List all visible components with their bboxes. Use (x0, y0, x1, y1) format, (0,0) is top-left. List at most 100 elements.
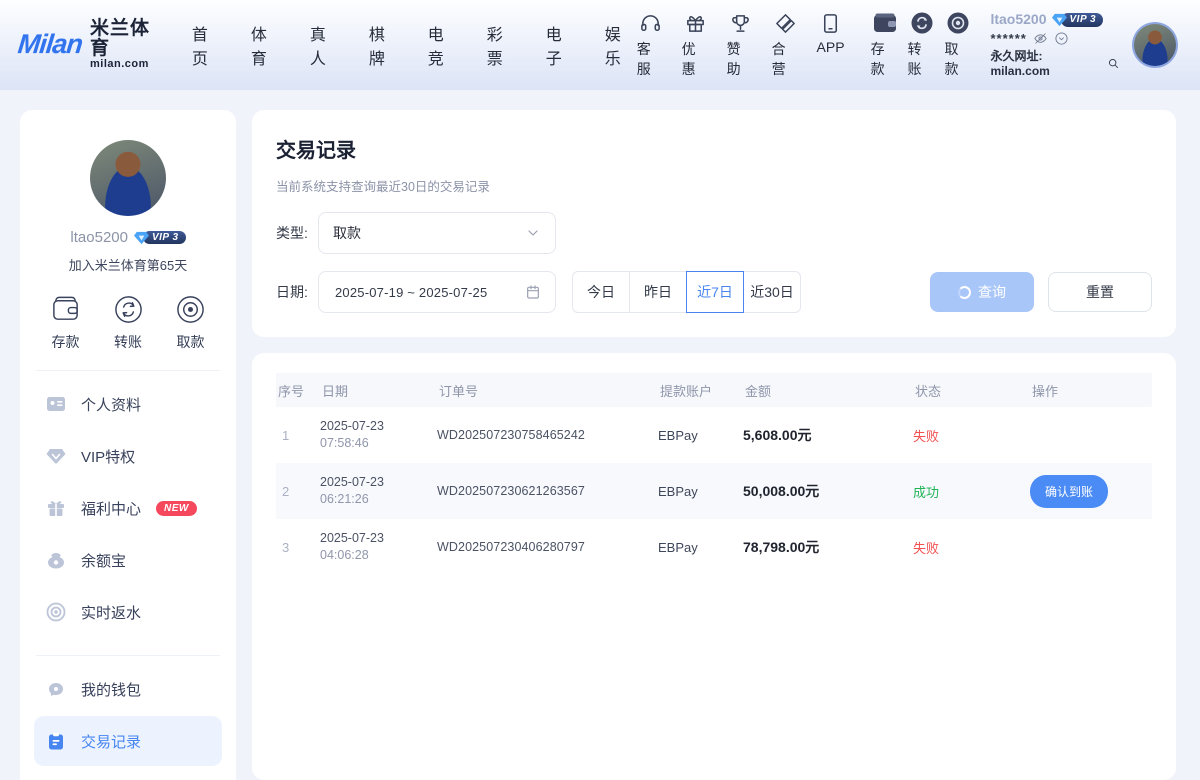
profile-sidebar: ltao5200 VIP 3 加入米兰体育第65天 存款 转账 取款 (20, 110, 236, 780)
row-amount: 50,008.00元 (743, 481, 913, 501)
nav-live[interactable]: 真人 (310, 21, 342, 69)
sidebar-item-label: 交易记录 (81, 731, 141, 752)
withdraw-link[interactable]: 取款 (945, 11, 973, 79)
sidebar-item-welfare[interactable]: 福利中心 NEW (34, 483, 222, 533)
col-header-status: 状态 (913, 381, 1030, 400)
row-date: 2025-07-23 (320, 476, 437, 490)
row-withdraw-account: EBPay (658, 428, 743, 443)
nav-sports[interactable]: 体育 (251, 21, 283, 69)
range-today-button[interactable]: 今日 (572, 271, 630, 313)
nav-entertainment[interactable]: 娱乐 (605, 21, 637, 69)
type-select[interactable]: 取款 (318, 212, 556, 254)
row-amount: 78,798.00元 (743, 537, 913, 557)
nav-slots[interactable]: 电子 (546, 21, 578, 69)
row-status: 失败 (913, 538, 1030, 557)
wallet-link-label: 取款 (945, 39, 973, 79)
filter-panel: 交易记录 当前系统支持查询最近30日的交易记录 类型: 取款 日期: 2025-… (252, 110, 1176, 337)
logo-domain-text: milan.com (90, 59, 170, 71)
eye-off-icon[interactable] (1033, 31, 1048, 46)
sidebar-item-yuebao[interactable]: 余额宝 (34, 535, 222, 585)
sidebar-item-label: 福利中心 (81, 498, 141, 519)
partner-link[interactable]: 合营 (772, 12, 800, 79)
reset-button[interactable]: 重置 (1048, 272, 1152, 312)
page-subtitle: 当前系统支持查询最近30日的交易记录 (276, 176, 1152, 195)
dropdown-circle-icon[interactable] (1054, 31, 1069, 46)
sidebar-item-label: VIP特权 (81, 446, 135, 467)
row-index: 1 (276, 428, 320, 443)
nav-home[interactable]: 首页 (192, 21, 224, 69)
nav-cards[interactable]: 棋牌 (369, 21, 401, 69)
phone-icon (819, 12, 842, 35)
sponsor-link[interactable]: 赞助 (727, 12, 755, 79)
rebate-coin-icon (46, 602, 66, 622)
type-label: 类型: (276, 223, 318, 243)
permanent-url-text: 永久网址: milan.com (990, 49, 1105, 79)
user-avatar[interactable] (1132, 22, 1178, 68)
range-30days-button[interactable]: 近30日 (743, 271, 801, 313)
col-header-date: 日期 (320, 381, 437, 400)
deposit-link[interactable]: 存款 (871, 11, 899, 79)
nav-lottery[interactable]: 彩票 (487, 21, 519, 69)
app-download-link[interactable]: APP (817, 12, 845, 79)
gift-icon (46, 498, 66, 518)
row-withdraw-account: EBPay (658, 484, 743, 499)
masked-balance: ****** (990, 31, 1026, 47)
withdraw-action[interactable]: 取款 (175, 294, 206, 352)
main-nav: 首页 体育 真人 棋牌 电竞 彩票 电子 娱乐 (192, 21, 637, 69)
sidebar-item-transactions[interactable]: 交易记录 (34, 716, 222, 766)
row-withdraw-account: EBPay (658, 540, 743, 555)
query-button[interactable]: 查询 (930, 272, 1034, 312)
transfer-link[interactable]: 转账 (908, 11, 936, 79)
table-row: 2 2025-07-23 06:21:26 WD2025072306212635… (276, 463, 1152, 519)
site-logo[interactable]: Milan 米兰体育 milan.com (18, 19, 170, 70)
vip-level-text: VIP 3 (1061, 13, 1104, 28)
transfer-action[interactable]: 转账 (113, 294, 144, 352)
row-date: 2025-07-23 (320, 420, 437, 434)
withdraw-icon (946, 11, 970, 35)
type-select-value: 取款 (333, 223, 525, 243)
col-header-account: 提款账户 (658, 381, 743, 400)
quick-link-label: 合营 (772, 39, 800, 79)
col-header-action: 操作 (1030, 381, 1152, 400)
page-title: 交易记录 (276, 134, 1152, 163)
date-label: 日期: (276, 282, 318, 302)
logo-script-text: Milan (16, 29, 83, 60)
sidebar-username: ltao5200 (70, 229, 128, 246)
sidebar-quick-actions: 存款 转账 取款 (20, 294, 236, 352)
customer-service-link[interactable]: 客服 (637, 12, 665, 79)
sidebar-item-vip[interactable]: VIP特权 (34, 431, 222, 481)
deposit-action[interactable]: 存款 (50, 294, 81, 352)
row-action-cell: 确认到账 (1030, 475, 1152, 508)
logo-cn-text: 米兰体育 (90, 19, 170, 59)
row-amount: 5,608.00元 (743, 425, 913, 445)
row-date: 2025-07-23 (320, 532, 437, 546)
vip-diamond-icon (134, 230, 149, 245)
quick-link-label: APP (817, 39, 845, 55)
quick-action-label: 转账 (114, 332, 142, 352)
row-time: 04:06:28 (320, 549, 437, 563)
range-yesterday-button[interactable]: 昨日 (629, 271, 687, 313)
diamond-icon (46, 446, 66, 466)
col-header-order: 订单号 (437, 381, 658, 400)
sidebar-item-rebate[interactable]: 实时返水 (34, 587, 222, 637)
sidebar-item-profile[interactable]: 个人资料 (34, 379, 222, 429)
vip-badge: VIP 3 (1052, 12, 1104, 27)
row-order-number: WD202507230406280797 (437, 540, 658, 554)
confirm-received-button[interactable]: 确认到账 (1030, 475, 1108, 508)
sidebar-avatar[interactable] (90, 140, 166, 216)
sidebar-item-wallet[interactable]: 我的钱包 (34, 664, 222, 714)
promotions-link[interactable]: 优惠 (682, 12, 710, 79)
row-order-number: WD202507230621263567 (437, 484, 658, 498)
range-7days-button[interactable]: 近7日 (686, 271, 744, 313)
row-status: 失败 (913, 426, 1030, 445)
wallet-link-label: 存款 (871, 39, 899, 79)
date-range-input[interactable]: 2025-07-19 ~ 2025-07-25 (318, 271, 556, 313)
table-header-row: 序号 日期 订单号 提款账户 金额 状态 操作 (276, 373, 1152, 407)
sidebar-item-bets[interactable]: 投注记录 (34, 768, 222, 780)
transfer-icon (113, 294, 144, 325)
chevron-down-icon (525, 225, 541, 241)
nav-esports[interactable]: 电竞 (428, 21, 460, 69)
table-row: 3 2025-07-23 04:06:28 WD2025072304062807… (276, 519, 1152, 575)
magnifier-icon[interactable] (1107, 57, 1120, 70)
sidebar-item-label: 我的钱包 (81, 679, 141, 700)
